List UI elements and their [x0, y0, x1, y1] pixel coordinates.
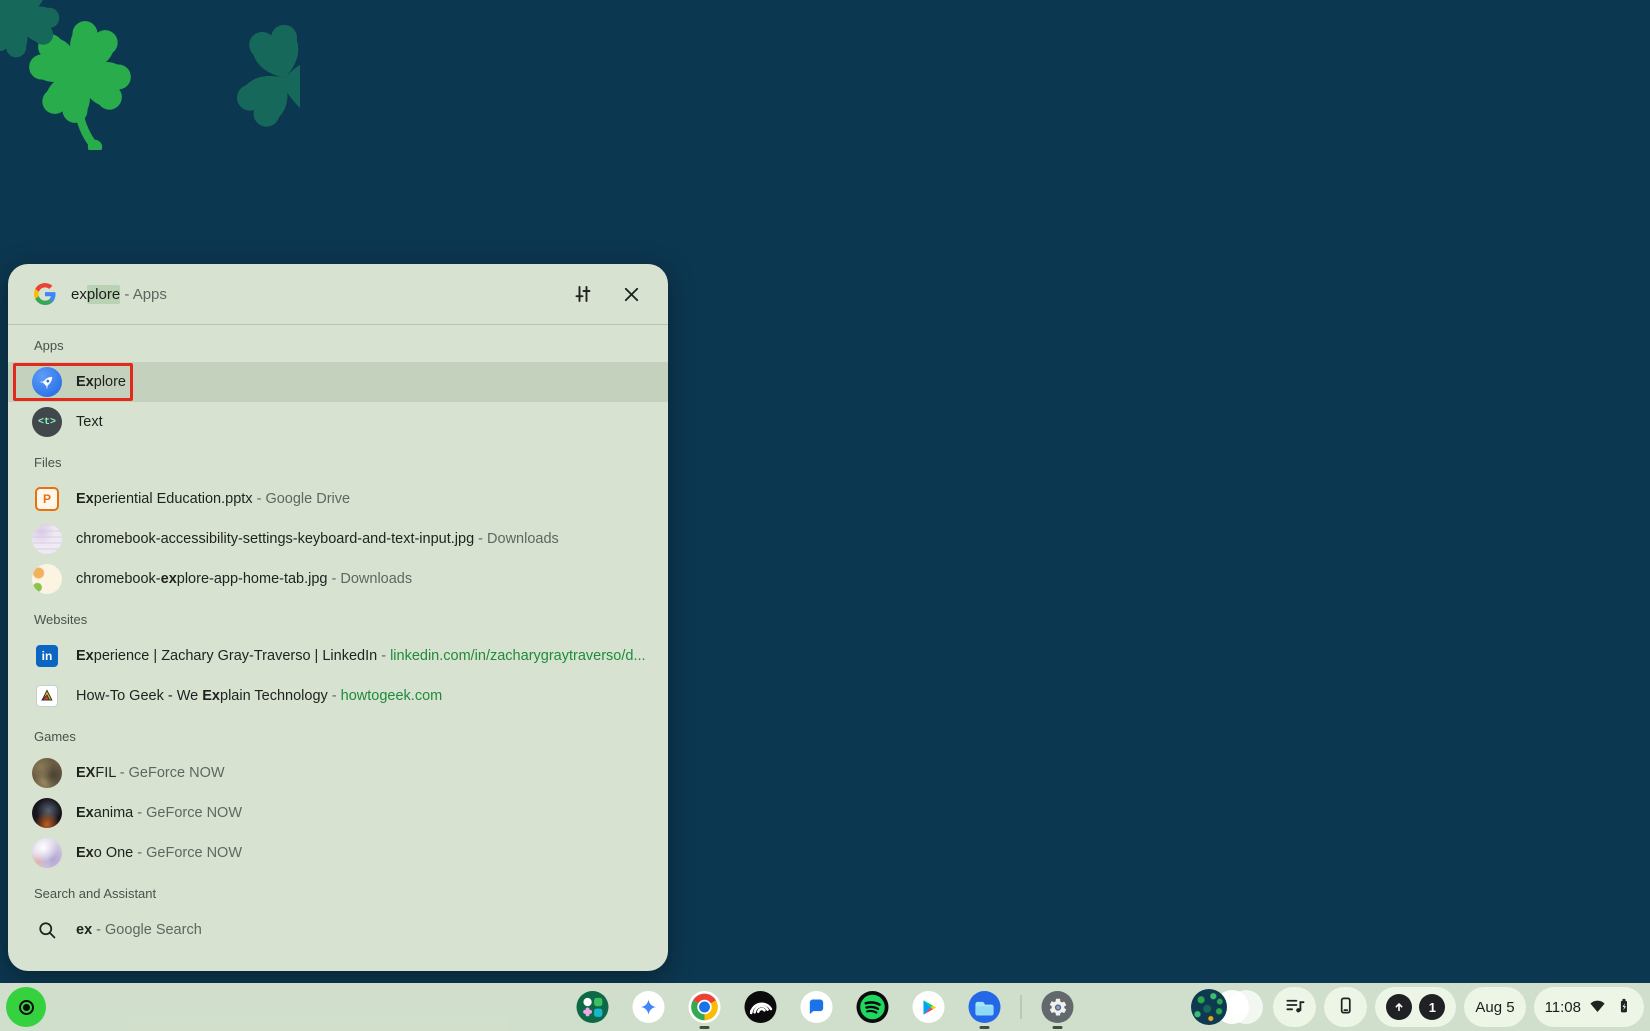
- result-label: Explore: [76, 374, 126, 390]
- play-store-shelf-icon[interactable]: [901, 983, 957, 1031]
- phone-icon: [1335, 995, 1356, 1020]
- files-shelf-icon[interactable]: [957, 983, 1013, 1031]
- date-label: Aug 5: [1475, 999, 1514, 1016]
- result-label: How-To Geek - We Explain Technology - ho…: [76, 688, 442, 704]
- google-search-icon: [32, 915, 62, 945]
- result-label: Text: [76, 414, 103, 430]
- result-label: EXFIL - GeForce NOW: [76, 765, 225, 781]
- search-filter-icon[interactable]: [572, 283, 594, 305]
- result-label: chromebook-explore-app-home-tab.jpg - Do…: [76, 571, 412, 587]
- settings-shelf-icon[interactable]: [1030, 983, 1086, 1031]
- text-app-icon: <t>: [32, 407, 62, 437]
- game-exanima-icon: [32, 798, 62, 828]
- linkedin-icon: in: [32, 641, 62, 671]
- close-icon[interactable]: [620, 283, 642, 305]
- media-controls-icon: [1284, 995, 1305, 1020]
- running-indicator: [980, 1026, 990, 1029]
- section-title-search-and-assistant: Search and Assistant: [8, 873, 668, 910]
- result-row-game-exanima[interactable]: Exanima - GeForce NOW: [8, 793, 668, 833]
- status-area: 1 Aug 5 11:08: [1191, 987, 1644, 1027]
- desktop: 10: [0, 0, 1650, 1031]
- section-title-files: Files: [8, 442, 668, 479]
- result-label: Experiential Education.pptx - Google Dri…: [76, 491, 350, 507]
- result-row-text-app[interactable]: <t> Text: [8, 402, 668, 442]
- result-label: Exo One - GeForce NOW: [76, 845, 242, 861]
- result-label: Exanima - GeForce NOW: [76, 805, 242, 821]
- result-row-google-search[interactable]: ex - Google Search: [8, 910, 668, 950]
- result-label: Experience | Zachary Gray-Traverso | Lin…: [76, 648, 646, 664]
- battery-charging-icon: [1614, 996, 1633, 1019]
- shelf-separator: [1021, 995, 1022, 1019]
- result-row-game-exfil[interactable]: EXFIL - GeForce NOW: [8, 753, 668, 793]
- autocomplete-highlight: plore: [87, 285, 120, 304]
- result-label: chromebook-accessibility-settings-keyboa…: [76, 531, 559, 547]
- clock-label: 11:08: [1545, 999, 1581, 1016]
- update-notification-pill[interactable]: 1: [1375, 987, 1456, 1027]
- game-exo-one-icon: [32, 838, 62, 868]
- jpg-thumb-1-icon: [32, 524, 62, 554]
- search-results: Apps Explore <t> Text Files P Experiential Edu…: [8, 325, 668, 971]
- search-input[interactable]: explore - Apps: [71, 286, 167, 303]
- result-label: ex - Google Search: [76, 922, 202, 938]
- chrome-shelf-icon[interactable]: [677, 983, 733, 1031]
- shelf-apps: [565, 983, 1086, 1031]
- phone-hub-button[interactable]: [1324, 987, 1367, 1027]
- explore-app-icon: [32, 367, 62, 397]
- result-row-jpg-thumb-1[interactable]: chromebook-accessibility-settings-keyboa…: [8, 519, 668, 559]
- section-title-websites: Websites: [8, 599, 668, 636]
- wallpaper: 10: [0, 0, 300, 150]
- geforce-now-shelf-icon[interactable]: [733, 983, 789, 1031]
- howtogeek-icon: [32, 681, 62, 711]
- search-bar[interactable]: explore - Apps: [8, 264, 668, 324]
- section-title-apps: Apps: [8, 325, 668, 362]
- section-title-games: Games: [8, 716, 668, 753]
- result-row-linkedin[interactable]: in Experience | Zachary Gray-Traverso | L…: [8, 636, 668, 676]
- running-indicator: [1053, 1026, 1063, 1029]
- game-exfil-icon: [32, 758, 62, 788]
- result-row-pptx-file[interactable]: P Experiential Education.pptx - Google Dr…: [8, 479, 668, 519]
- desk-preview-button[interactable]: [1191, 987, 1265, 1027]
- date-button[interactable]: Aug 5: [1464, 987, 1525, 1027]
- gemini-shelf-icon[interactable]: [621, 983, 677, 1031]
- jpg-thumb-2-icon: [32, 564, 62, 594]
- media-controls-button[interactable]: [1273, 987, 1316, 1027]
- launcher-active-icon: [19, 1000, 34, 1015]
- launcher-button[interactable]: [6, 987, 46, 1027]
- result-row-game-exo-one[interactable]: Exo One - GeForce NOW: [8, 833, 668, 873]
- notification-counter: 1: [1419, 994, 1445, 1020]
- spotify-shelf-icon[interactable]: [845, 983, 901, 1031]
- running-indicator: [700, 1026, 710, 1029]
- result-row-explore-app[interactable]: Explore: [8, 362, 668, 402]
- messages-shelf-icon[interactable]: [789, 983, 845, 1031]
- apps-mall-shelf-icon[interactable]: [565, 983, 621, 1031]
- result-row-jpg-thumb-2[interactable]: chromebook-explore-app-home-tab.jpg - Do…: [8, 559, 668, 599]
- result-row-howtogeek[interactable]: How-To Geek - We Explain Technology - ho…: [8, 676, 668, 716]
- pptx-file-icon: P: [32, 484, 62, 514]
- wifi-icon: [1588, 996, 1607, 1019]
- quick-settings-button[interactable]: 11:08: [1534, 987, 1644, 1027]
- launcher-search-panel: explore - Apps AppsExplore<t>TextFilesPE…: [8, 264, 668, 971]
- update-arrow-icon: [1386, 994, 1412, 1020]
- shelf: 1 Aug 5 11:08: [0, 983, 1650, 1031]
- google-logo-icon: [34, 283, 56, 305]
